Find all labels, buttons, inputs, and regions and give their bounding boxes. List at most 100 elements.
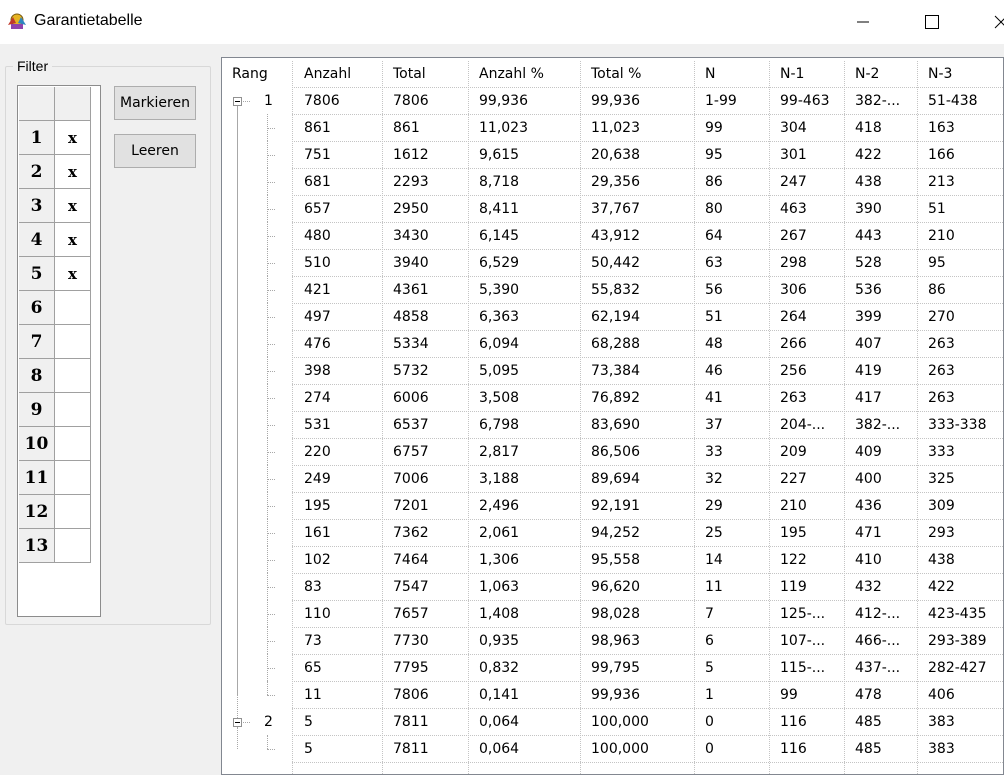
column-header[interactable]: Total — [393, 61, 426, 88]
column-header[interactable]: Anzahl % — [479, 61, 544, 88]
table-cell: 29,356 — [591, 174, 640, 190]
filter-row-value[interactable] — [55, 529, 91, 563]
table-cell: 6,529 — [479, 255, 520, 271]
tree-connector — [267, 519, 268, 546]
filter-row[interactable]: 6 — [19, 291, 91, 325]
filter-row-value[interactable] — [55, 393, 91, 427]
filter-row-value[interactable]: x — [55, 155, 91, 189]
table-cell: 6006 — [393, 390, 429, 406]
table-cell: 50,442 — [591, 255, 640, 271]
tree-connector — [267, 695, 275, 696]
filter-row[interactable]: 10 — [19, 427, 91, 461]
filter-row-value[interactable]: x — [55, 257, 91, 291]
table-cell: 3,508 — [479, 390, 520, 406]
tree-connector — [267, 236, 275, 237]
table-cell: 5334 — [393, 336, 429, 352]
minimize-button[interactable] — [840, 0, 886, 44]
guarantee-tree-table[interactable]: Rang Anzahl Total Anzahl % Total % N N-1 N-2 N-3… — [221, 57, 1004, 775]
filter-row-value[interactable] — [55, 495, 91, 529]
filter-row-value[interactable] — [55, 291, 91, 325]
filter-row[interactable]: 7 — [19, 325, 91, 359]
clear-button[interactable]: Leeren — [114, 134, 196, 168]
filter-row-value[interactable] — [55, 325, 91, 359]
filter-row-value[interactable] — [55, 427, 91, 461]
filter-row[interactable]: 2x — [19, 155, 91, 189]
filter-list[interactable]: 1 x 2 x 3 x 4 x 5 x 6 7 8 9 10 11 12 13 — [17, 85, 101, 617]
tree-connector — [267, 573, 268, 600]
filter-row[interactable]: 3x — [19, 189, 91, 223]
filter-row[interactable]: 9 — [19, 393, 91, 427]
column-header[interactable]: N — [705, 61, 715, 88]
table-cell: 267 — [780, 228, 807, 244]
filter-row-value[interactable] — [55, 461, 91, 495]
filter-row[interactable]: 8 — [19, 359, 91, 393]
filter-row[interactable]: 5x — [19, 257, 91, 291]
table-cell: 7806 — [393, 93, 429, 109]
tree-connector — [267, 614, 275, 615]
table-cell: 46 — [705, 363, 723, 379]
rank-cell: 2 — [264, 714, 273, 730]
filter-header-num — [19, 87, 55, 121]
table-cell: 1-99 — [705, 93, 737, 109]
table-cell: 7811 — [393, 741, 429, 757]
collapse-icon[interactable] — [233, 718, 242, 727]
column-header[interactable]: Anzahl — [304, 61, 351, 88]
tree-connector — [267, 290, 275, 291]
tree-connector — [267, 627, 268, 654]
filter-row[interactable]: 1x — [19, 121, 91, 155]
filter-row-value[interactable]: x — [55, 189, 91, 223]
filter-row-number: 5 — [19, 257, 55, 291]
table-cell: 51 — [705, 309, 723, 325]
table-cell: 6537 — [393, 417, 429, 433]
table-cell: 32 — [705, 471, 723, 487]
table-cell: 436 — [855, 498, 882, 514]
table-cell: 293-389 — [928, 633, 987, 649]
tree-connector — [267, 438, 268, 465]
close-button[interactable] — [978, 0, 1004, 44]
table-cell: 7811 — [393, 714, 429, 730]
table-cell: 263 — [928, 336, 955, 352]
table-cell: 432 — [855, 579, 882, 595]
table-cell: 476 — [304, 336, 331, 352]
table-cell: 209 — [780, 444, 807, 460]
table-cell: 5732 — [393, 363, 429, 379]
tree-connector — [267, 398, 275, 399]
filter-row-value[interactable]: x — [55, 121, 91, 155]
table-cell: 325 — [928, 471, 955, 487]
column-header[interactable]: Rang — [232, 61, 268, 88]
table-cell: 163 — [928, 120, 955, 136]
filter-row-number: 4 — [19, 223, 55, 257]
collapse-icon[interactable] — [233, 97, 242, 106]
filter-row-number: 2 — [19, 155, 55, 189]
filter-row-value[interactable] — [55, 359, 91, 393]
title-bar: Garantietabelle — [0, 0, 1004, 44]
filter-row[interactable]: 13 — [19, 529, 91, 563]
filter-row[interactable]: 4x — [19, 223, 91, 257]
filter-row-value[interactable]: x — [55, 223, 91, 257]
table-cell: 7657 — [393, 606, 429, 622]
table-cell: 418 — [855, 120, 882, 136]
mark-button[interactable]: Markieren — [114, 86, 196, 120]
table-cell: 5 — [705, 660, 714, 676]
table-cell: 98,963 — [591, 633, 640, 649]
column-header[interactable]: N-2 — [855, 61, 879, 88]
table-cell: 4858 — [393, 309, 429, 325]
minimize-icon — [857, 21, 869, 23]
tree-connector — [267, 749, 275, 750]
tree-connector — [267, 492, 268, 519]
filter-row[interactable]: 11 — [19, 461, 91, 495]
table-cell: 110 — [304, 606, 331, 622]
table-cell: 227 — [780, 471, 807, 487]
column-header[interactable]: Total % — [591, 61, 641, 88]
table-cell: 86 — [705, 174, 723, 190]
maximize-button[interactable] — [909, 0, 955, 44]
table-cell: 6,094 — [479, 336, 520, 352]
table-cell: 417 — [855, 390, 882, 406]
filter-row-number: 12 — [19, 495, 55, 529]
table-cell: 480 — [304, 228, 331, 244]
table-cell: 115-... — [780, 660, 826, 676]
column-header[interactable]: N-1 — [780, 61, 804, 88]
column-header[interactable]: N-3 — [928, 61, 952, 88]
filter-row[interactable]: 12 — [19, 495, 91, 529]
table-cell: 25 — [705, 525, 723, 541]
